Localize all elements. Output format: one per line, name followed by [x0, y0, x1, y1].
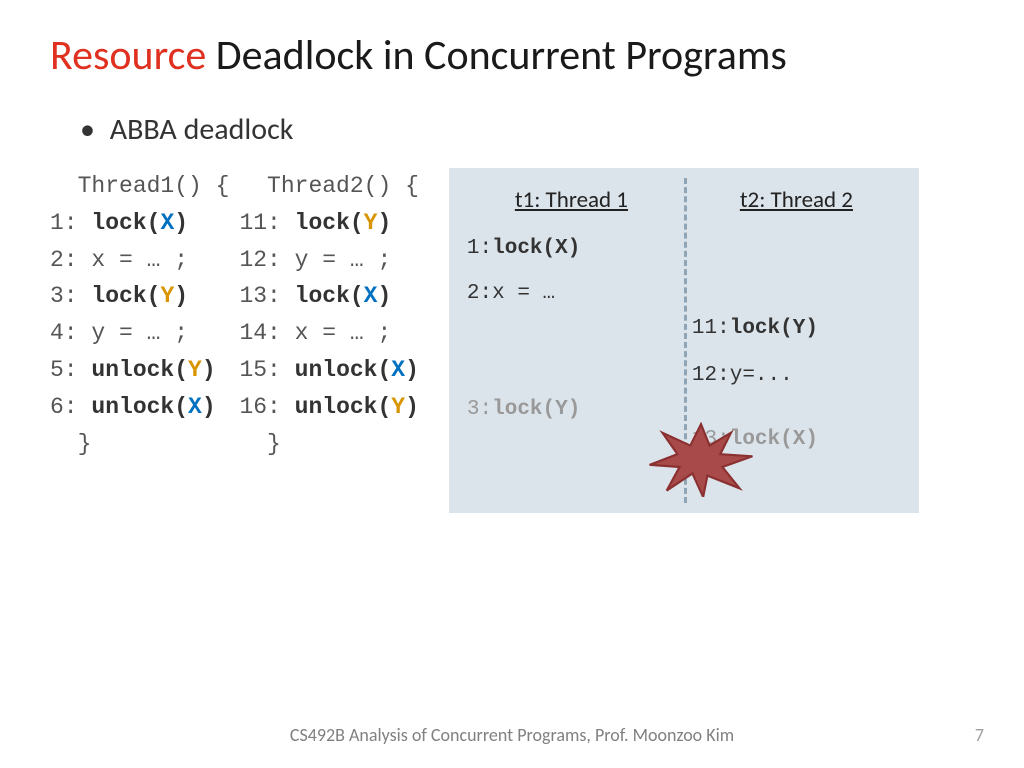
t2-step1: 11:lock(Y) — [692, 313, 901, 345]
thread2-code: Thread2() { 11: lock(Y) 12: y = … ; 13: … — [239, 168, 418, 462]
t1-step2: 2:x = … — [467, 278, 676, 310]
footer-text: CS492B Analysis of Concurrent Programs, … — [0, 724, 1024, 746]
bullet-item: ABBA deadlock — [80, 111, 974, 148]
t1-step3: 3:lock(Y) — [467, 394, 676, 426]
title-rest: Deadlock in Concurrent Programs — [206, 30, 787, 81]
collision-burst-icon — [646, 422, 756, 497]
t1-step1: 1:lock(X) — [467, 233, 676, 265]
page-number: 7 — [975, 724, 984, 746]
code-area: Thread1() { 1: lock(X) 2: x = … ; 3: loc… — [50, 168, 974, 513]
thread1-code: Thread1() { 1: lock(X) 2: x = … ; 3: loc… — [50, 168, 229, 462]
t1-header: t1: Thread 1 — [467, 183, 676, 218]
execution-diagram: t1: Thread 1 1:lock(X) 2:x = … 3:lock(Y)… — [449, 168, 919, 513]
t2-header: t2: Thread 2 — [692, 183, 901, 218]
slide: Resource Deadlock in Concurrent Programs… — [0, 0, 1024, 768]
slide-title: Resource Deadlock in Concurrent Programs — [50, 30, 974, 81]
t2-step2: 12:y=... — [692, 360, 901, 392]
title-red: Resource — [50, 30, 206, 81]
